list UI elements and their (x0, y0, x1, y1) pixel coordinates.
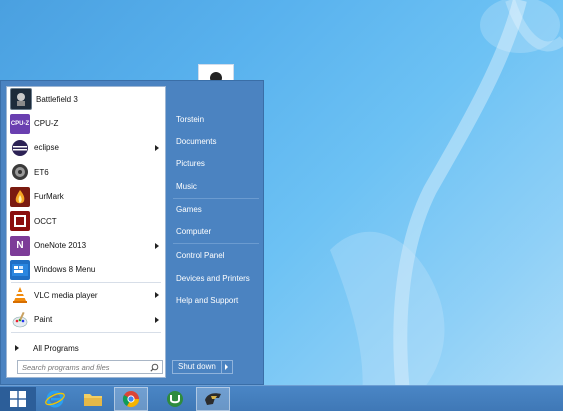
program-label: OCCT (34, 216, 57, 226)
program-item-furmark[interactable]: FurMark (7, 185, 165, 209)
file-explorer-icon (84, 394, 102, 406)
program-item-battlefield3[interactable]: Battlefield 3 (7, 87, 165, 111)
links-divider (173, 243, 259, 244)
link-label: Torstein (176, 114, 205, 124)
program-item-occt[interactable]: OCCT (7, 209, 165, 233)
windows8menu-icon (10, 259, 30, 280)
program-label: eclipse (34, 143, 59, 153)
eclipse-icon (10, 138, 30, 158)
link-label: Pictures (176, 158, 205, 168)
vlc-icon (10, 285, 30, 305)
program-item-paint[interactable]: Paint (7, 308, 165, 332)
start-menu: Battlefield 3 CPU-Z CPU-Z eclipse ET6 Fu… (0, 80, 264, 385)
taskbar-file-explorer[interactable] (76, 387, 110, 411)
program-label: ET6 (34, 167, 49, 177)
expand-arrow-icon (15, 345, 19, 351)
shutdown-options-button[interactable] (222, 361, 232, 373)
utorrent-icon (167, 391, 183, 407)
submenu-arrow-icon (155, 316, 159, 323)
link-help-support[interactable]: Help and Support (171, 291, 261, 309)
program-label: Battlefield 3 (36, 94, 78, 104)
start-icon (10, 391, 26, 407)
link-pictures[interactable]: Pictures (171, 154, 261, 172)
link-label: Control Panel (176, 250, 225, 260)
program-item-vlc[interactable]: VLC media player (7, 283, 165, 307)
shutdown-button[interactable]: Shut down (173, 361, 222, 373)
taskbar-game[interactable] (196, 387, 230, 411)
program-item-cpuz[interactable]: CPU-Z CPU-Z (7, 111, 165, 135)
program-label: Paint (34, 315, 53, 325)
search-box[interactable] (17, 360, 163, 374)
link-user-folder[interactable]: Torstein (171, 110, 261, 128)
shutdown-button-group: Shut down (172, 360, 233, 374)
program-list-pane: Battlefield 3 CPU-Z CPU-Z eclipse ET6 Fu… (6, 86, 166, 378)
start-button[interactable] (0, 387, 36, 411)
program-item-et6[interactable]: ET6 (7, 160, 165, 184)
link-label: Computer (176, 226, 212, 236)
program-item-windows8menu[interactable]: Windows 8 Menu (7, 258, 165, 282)
submenu-arrow-icon (155, 144, 159, 151)
program-label: FurMark (34, 192, 64, 202)
program-label: Windows 8 Menu (34, 265, 96, 275)
chevron-right-icon (225, 364, 229, 370)
shell-links-pane: Torstein Documents Pictures Music Games … (171, 81, 265, 384)
search-input[interactable] (18, 361, 142, 373)
link-music[interactable]: Music (171, 177, 261, 195)
links-divider (173, 198, 259, 199)
internet-explorer-icon (45, 390, 65, 408)
taskbar-internet-explorer[interactable] (38, 387, 72, 411)
link-devices-printers[interactable]: Devices and Printers (171, 269, 261, 287)
link-documents[interactable]: Documents (171, 132, 261, 150)
taskbar (0, 385, 563, 411)
link-computer[interactable]: Computer (171, 222, 261, 240)
et6-icon (10, 162, 30, 182)
program-list: Battlefield 3 CPU-Z CPU-Z eclipse ET6 Fu… (7, 87, 165, 333)
program-list-divider (11, 331, 161, 333)
program-label: CPU-Z (34, 119, 59, 129)
link-label: Games (176, 204, 202, 214)
paint-icon (10, 310, 30, 330)
cpuz-icon: CPU-Z (10, 113, 30, 134)
program-label: VLC media player (34, 290, 98, 300)
search-icon[interactable] (150, 363, 159, 372)
program-item-eclipse[interactable]: eclipse (7, 136, 165, 160)
all-programs-label: All Programs (33, 343, 79, 353)
all-programs-link[interactable]: All Programs (7, 339, 165, 357)
taskbar-utorrent[interactable] (158, 387, 192, 411)
furmark-icon (10, 186, 30, 207)
taskbar-chrome[interactable] (114, 387, 148, 411)
link-label: Devices and Printers (176, 273, 250, 283)
submenu-arrow-icon (155, 242, 159, 249)
submenu-arrow-icon (155, 292, 159, 299)
link-label: Help and Support (176, 295, 239, 305)
link-games[interactable]: Games (171, 200, 261, 218)
program-item-onenote[interactable]: N OneNote 2013 (7, 233, 165, 257)
battlefield-icon (10, 88, 32, 111)
link-control-panel[interactable]: Control Panel (171, 246, 261, 264)
onenote-icon: N (10, 235, 30, 256)
link-label: Music (176, 181, 197, 191)
program-label: OneNote 2013 (34, 241, 87, 251)
occt-icon (10, 211, 30, 232)
chrome-icon (122, 391, 140, 408)
link-label: Documents (176, 136, 217, 146)
game-icon (205, 393, 221, 405)
